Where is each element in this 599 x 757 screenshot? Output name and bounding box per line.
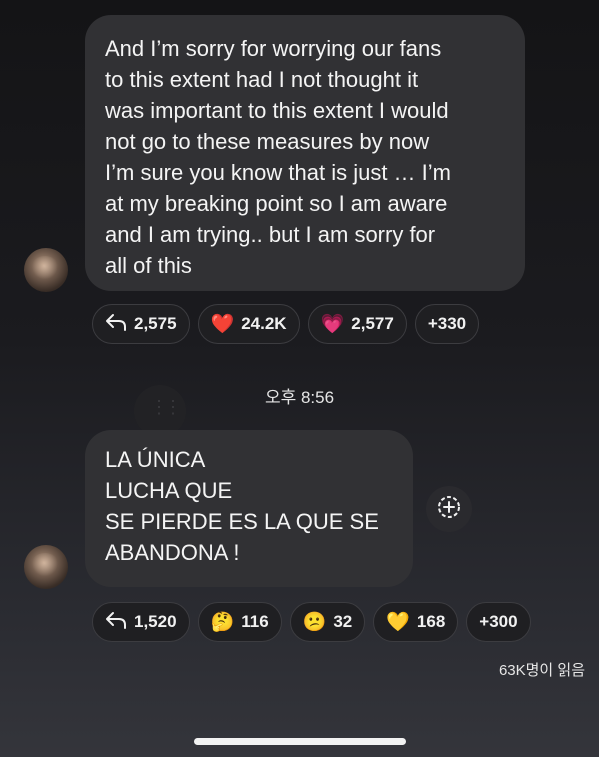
add-reaction-icon bbox=[436, 494, 462, 525]
reply-icon bbox=[105, 313, 127, 335]
message-text-line: ABANDONA ! bbox=[105, 540, 240, 565]
reaction-sparkling-heart[interactable]: 💗 2,577 bbox=[307, 304, 407, 344]
reply-button[interactable]: 1,520 bbox=[92, 602, 190, 642]
message-text-line: LUCHA QUE bbox=[105, 478, 233, 503]
more-reactions-count: +330 bbox=[427, 314, 467, 333]
reaction-count: 32 bbox=[333, 612, 353, 631]
reply-icon bbox=[105, 611, 127, 633]
message-text-line: LA ÚNICA bbox=[105, 447, 206, 472]
home-indicator[interactable] bbox=[194, 738, 406, 745]
timestamp: 오후 8:56 bbox=[264, 388, 335, 407]
red-heart-icon: ❤️ bbox=[210, 313, 235, 335]
reply-count: 2,575 bbox=[134, 314, 177, 333]
reaction-count: 2,577 bbox=[351, 314, 394, 333]
reaction-count: 24.2K bbox=[241, 314, 287, 333]
message-text-line: at my breaking point so I am aware bbox=[105, 191, 448, 216]
reaction-yellow-heart[interactable]: 💛 168 bbox=[373, 602, 459, 642]
more-reactions-button[interactable]: +330 bbox=[414, 304, 480, 344]
message-bubble[interactable]: And I’m sorry for worrying our fans to t… bbox=[85, 15, 525, 291]
message-text-line: not go to these measures by now bbox=[105, 129, 430, 154]
confused-face-icon: 😕 bbox=[302, 611, 327, 633]
avatar[interactable] bbox=[24, 545, 68, 589]
add-reaction-button[interactable] bbox=[426, 486, 472, 532]
message-bubble[interactable]: LA ÚNICA LUCHA QUE SE PIERDE ES LA QUE S… bbox=[85, 430, 413, 587]
reaction-bar: 2,575 ❤️ 24.2K 💗 2,577 +330 bbox=[92, 304, 480, 344]
read-receipt: 63K명이 읽음 bbox=[498, 662, 585, 679]
reply-button[interactable]: 2,575 bbox=[92, 304, 190, 344]
reply-count: 1,520 bbox=[134, 612, 177, 631]
sparkling-heart-icon: 💗 bbox=[320, 313, 345, 335]
reaction-confused-face[interactable]: 😕 32 bbox=[289, 602, 366, 642]
reaction-bar: 1,520 🤔 116 😕 32 💛 168 +300 bbox=[92, 602, 531, 642]
reaction-count: 168 bbox=[416, 612, 446, 631]
reaction-count: 116 bbox=[241, 612, 269, 631]
yellow-heart-icon: 💛 bbox=[386, 611, 410, 633]
message-text-line: SE PIERDE ES LA QUE SE bbox=[105, 509, 379, 534]
message-text-line: all of this bbox=[105, 253, 192, 278]
message-text-line: was important to this extent I would bbox=[105, 98, 449, 123]
thinking-face-icon: 🤔 bbox=[210, 611, 235, 633]
message-text-line: I’m sure you know that is just … I’m bbox=[105, 160, 451, 185]
avatar[interactable] bbox=[24, 248, 68, 292]
more-reactions-button[interactable]: +300 bbox=[466, 602, 531, 642]
message-text-line: And I’m sorry for worrying our fans bbox=[105, 36, 442, 61]
message-text-line: and I am trying.. but I am sorry for bbox=[105, 222, 436, 247]
reaction-thinking-face[interactable]: 🤔 116 bbox=[197, 602, 282, 642]
reaction-red-heart[interactable]: ❤️ 24.2K bbox=[197, 304, 300, 344]
message-text-line: to this extent had I not thought it bbox=[105, 67, 419, 92]
more-reactions-count: +300 bbox=[479, 612, 518, 631]
